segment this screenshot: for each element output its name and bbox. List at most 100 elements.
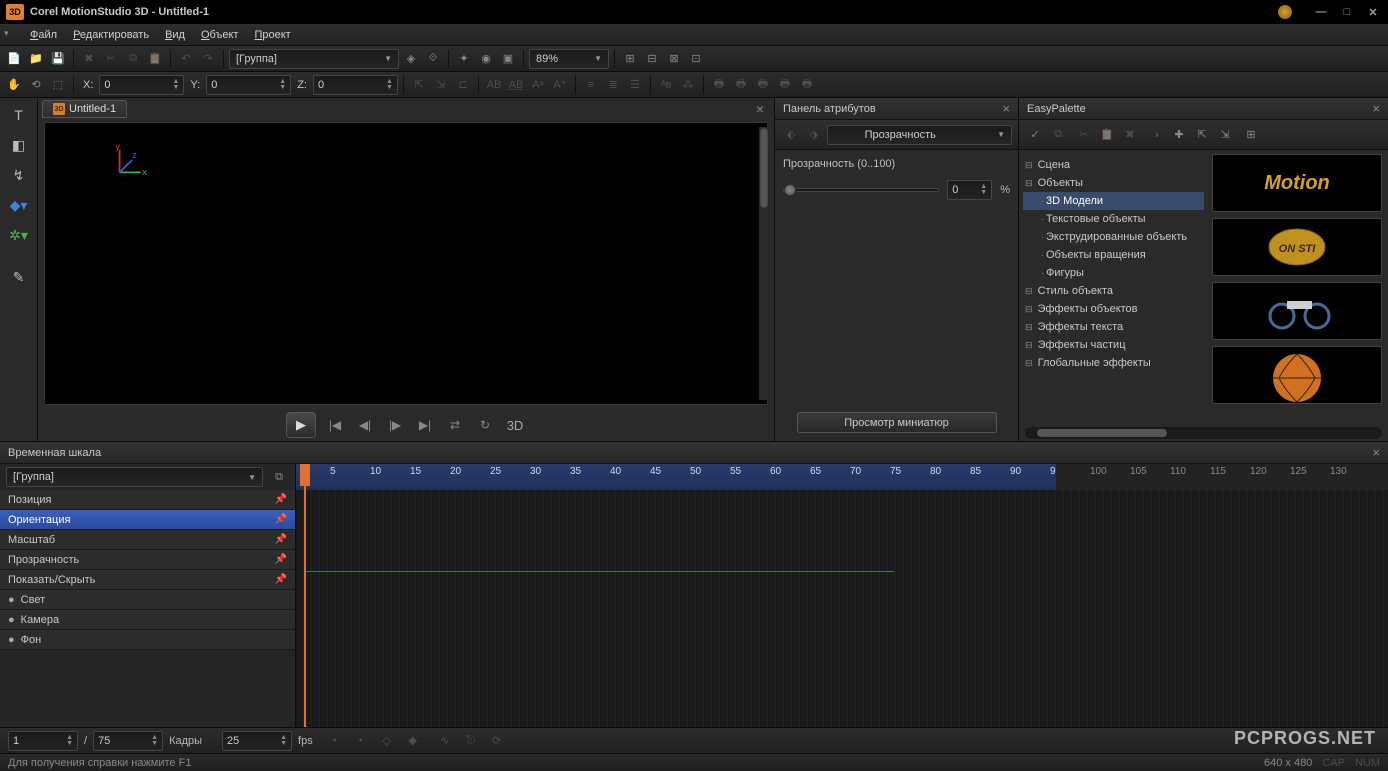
ep-add2-icon[interactable]: ✚ (1169, 125, 1189, 145)
y-input[interactable]: 0▲▼ (206, 75, 291, 95)
play-button[interactable]: ▶ (286, 412, 316, 438)
snap-3-icon[interactable]: ⊏ (453, 75, 473, 95)
zoom-combo[interactable]: 89% ▼ (529, 49, 609, 69)
layout-1-icon[interactable]: ⊞ (620, 49, 640, 69)
menu-edit[interactable]: Редактировать (65, 26, 157, 44)
thumbnail-item[interactable] (1212, 346, 1382, 404)
primitive-tool-icon[interactable]: ◆▾ (6, 192, 32, 218)
tree-node[interactable]: ⊟ Эффекты объектов (1023, 300, 1204, 318)
current-frame-input[interactable]: 1▲▼ (8, 731, 78, 751)
layout-2-icon[interactable]: ⊟ (642, 49, 662, 69)
snap-1-icon[interactable]: ⇱ (409, 75, 429, 95)
tl-curve-3-icon[interactable]: ⟳ (487, 731, 507, 751)
easypalette-scrollbar[interactable] (1025, 427, 1382, 439)
timeline-track[interactable]: ●Свет (0, 590, 295, 610)
x-input[interactable]: 0▲▼ (99, 75, 184, 95)
render-icon[interactable]: ▣ (498, 49, 518, 69)
z-input[interactable]: 0▲▼ (313, 75, 398, 95)
thumbnail-item[interactable]: ON STI (1212, 218, 1382, 276)
print-3-icon[interactable]: 🖶 (753, 75, 773, 95)
timeline-track[interactable]: Позиция📌 (0, 490, 295, 510)
tree-node[interactable]: ⊟ Эффекты частиц (1023, 336, 1204, 354)
menu-file[interactable]: Файл (22, 26, 65, 44)
edit-tool-icon[interactable]: ✎ (6, 264, 32, 290)
menu-view[interactable]: Вид (157, 26, 193, 44)
opacity-input[interactable]: 0▲▼ (947, 180, 992, 200)
tl-curve-2-icon[interactable]: ⎋ (461, 731, 481, 751)
play-fwd-icon[interactable]: |▶ (384, 414, 406, 436)
ep-cut-icon[interactable]: ✂ (1074, 125, 1094, 145)
misc-2-icon[interactable]: ⁂ (678, 75, 698, 95)
select-box-icon[interactable]: ⬚ (48, 75, 68, 95)
tree-node[interactable]: ⊟ Объекты (1023, 174, 1204, 192)
preview-thumbs-button[interactable]: Просмотр миниатюр (797, 412, 997, 433)
attributes-close-icon[interactable]: × (1002, 101, 1010, 116)
timeline-copy-icon[interactable]: ⧉ (269, 467, 289, 487)
align-center-icon[interactable]: ≣ (603, 75, 623, 95)
shape-tool-icon[interactable]: ◧ (6, 132, 32, 158)
timeline-track[interactable]: Показать/Скрыть📌 (0, 570, 295, 590)
ep-del-icon[interactable]: ✖ (1120, 125, 1140, 145)
attr-next-icon[interactable]: ⬗ (804, 125, 824, 145)
text-3-icon[interactable]: Aᵃ (528, 75, 548, 95)
attr-property-combo[interactable]: Прозрачность ▼ (827, 125, 1012, 145)
text-tool-icon[interactable]: T (6, 102, 32, 128)
text-4-icon[interactable]: A⁺ (550, 75, 570, 95)
tl-key-2-icon[interactable]: ⬩ (351, 731, 371, 751)
ep-check-icon[interactable]: ✓ (1025, 125, 1045, 145)
tl-key-3-icon[interactable]: ◇ (377, 731, 397, 751)
new-icon[interactable]: 📄 (4, 49, 24, 69)
go-start-icon[interactable]: |◀ (324, 414, 346, 436)
ep-import-icon[interactable]: ⇲ (1215, 125, 1235, 145)
reload-icon[interactable]: ↻ (474, 414, 496, 436)
timeline-track[interactable]: ●Камера (0, 610, 295, 630)
total-frames-input[interactable]: 75▲▼ (93, 731, 163, 751)
cut-icon[interactable]: ✂ (101, 49, 121, 69)
fps-input[interactable]: 25▲▼ (222, 731, 292, 751)
hand-icon[interactable]: ✋ (4, 75, 24, 95)
text-1-icon[interactable]: AB (484, 75, 504, 95)
save-icon[interactable]: 💾 (48, 49, 68, 69)
timeline-track[interactable]: Ориентация📌 (0, 510, 295, 530)
layout-4-icon[interactable]: ⊡ (686, 49, 706, 69)
camera-icon[interactable]: ◉ (476, 49, 496, 69)
print-5-icon[interactable]: 🖶 (797, 75, 817, 95)
notification-badge-icon[interactable] (1278, 5, 1292, 19)
tree-child-node[interactable]: ·Объекты вращения (1023, 246, 1204, 264)
thumbnail-item[interactable]: Motion (1212, 154, 1382, 212)
minimize-button[interactable]: — (1312, 4, 1330, 20)
particle-tool-icon[interactable]: ✲▾ (6, 222, 32, 248)
layout-3-icon[interactable]: ⊠ (664, 49, 684, 69)
tl-key-1-icon[interactable]: ⬩ (325, 731, 345, 751)
snap-2-icon[interactable]: ⇲ (431, 75, 451, 95)
tree-child-node[interactable]: ·Текстовые объекты (1023, 210, 1204, 228)
menu-project[interactable]: Проект (246, 26, 298, 44)
ep-export-icon[interactable]: ⇱ (1192, 125, 1212, 145)
print-2-icon[interactable]: 🖶 (731, 75, 751, 95)
viewport-3d[interactable]: y x z (44, 122, 768, 405)
tree-child-node[interactable]: ·Экструдированные объекть (1023, 228, 1204, 246)
path-tool-icon[interactable]: ↯ (6, 162, 32, 188)
rotate-tool-icon[interactable]: ⟲ (26, 75, 46, 95)
tl-curve-1-icon[interactable]: ∿ (435, 731, 455, 751)
align-left-icon[interactable]: ≡ (581, 75, 601, 95)
redo-icon[interactable]: ↷ (198, 49, 218, 69)
viewport-tab[interactable]: 3D Untitled-1 (42, 100, 127, 118)
menu-object[interactable]: Объект (193, 26, 246, 44)
print-4-icon[interactable]: 🖶 (775, 75, 795, 95)
open-icon[interactable]: 📁 (26, 49, 46, 69)
tl-key-4-icon[interactable]: ◆ (403, 731, 423, 751)
light-icon[interactable]: ✦ (454, 49, 474, 69)
timeline-close-icon[interactable]: × (1372, 445, 1380, 460)
text-2-icon[interactable]: A̲B̲ (506, 75, 526, 95)
close-button[interactable]: ✕ (1364, 4, 1382, 20)
attr-prev-icon[interactable]: ⬖ (781, 125, 801, 145)
timeline-track[interactable]: Масштаб📌 (0, 530, 295, 550)
loop-icon[interactable]: ⇄ (444, 414, 466, 436)
tree-node[interactable]: ⊟ Сцена (1023, 156, 1204, 174)
copy-icon[interactable]: ⧉ (123, 49, 143, 69)
chain-icon[interactable]: ⟐ (423, 49, 443, 69)
ep-paste-icon[interactable]: 📋 (1097, 125, 1117, 145)
timeline-playhead[interactable] (304, 464, 306, 727)
paste-icon[interactable]: 📋 (145, 49, 165, 69)
